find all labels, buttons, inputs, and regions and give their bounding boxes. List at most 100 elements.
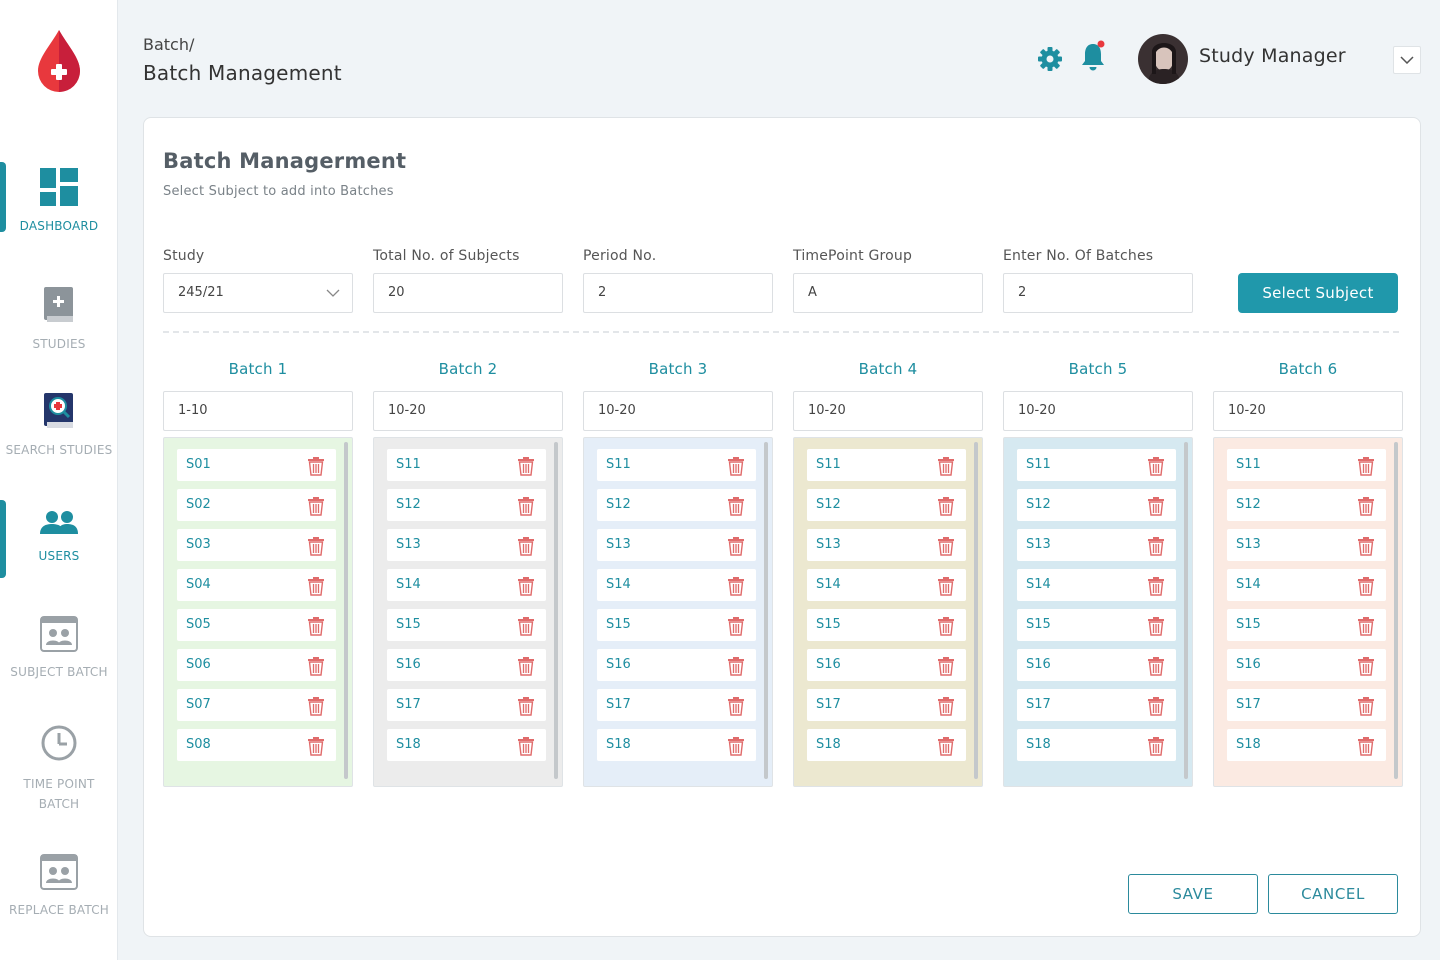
subject-item[interactable]: S14 [807,569,966,601]
trash-icon[interactable] [726,456,746,480]
trash-icon[interactable] [516,456,536,480]
trash-icon[interactable] [726,496,746,520]
trash-icon[interactable] [936,616,956,640]
scrollbar-thumb[interactable] [554,442,558,779]
trash-icon[interactable] [1146,496,1166,520]
subject-item[interactable]: S13 [1227,529,1386,561]
subject-item[interactable]: S07 [177,689,336,721]
batch-range-input[interactable]: 10-20 [583,391,773,431]
subject-item[interactable]: S14 [597,569,756,601]
trash-icon[interactable] [726,536,746,560]
subject-item[interactable]: S16 [597,649,756,681]
select-subject-button[interactable]: Select Subject [1238,273,1398,313]
subject-item[interactable]: S14 [1017,569,1176,601]
subject-item[interactable]: S17 [387,689,546,721]
trash-icon[interactable] [1146,656,1166,680]
batch-range-input[interactable]: 10-20 [1213,391,1403,431]
subject-item[interactable]: S15 [1017,609,1176,641]
subject-item[interactable]: S03 [177,529,336,561]
trash-icon[interactable] [936,456,956,480]
subject-item[interactable]: S18 [1227,729,1386,761]
trash-icon[interactable] [1146,696,1166,720]
trash-icon[interactable] [306,736,326,760]
subject-item[interactable]: S16 [1227,649,1386,681]
trash-icon[interactable] [726,656,746,680]
trash-icon[interactable] [1356,696,1376,720]
batch-range-input[interactable]: 1-10 [163,391,353,431]
trash-icon[interactable] [1356,496,1376,520]
trash-icon[interactable] [1146,576,1166,600]
subject-item[interactable]: S11 [1017,449,1176,481]
subject-item[interactable]: S15 [1227,609,1386,641]
trash-icon[interactable] [306,456,326,480]
subject-item[interactable]: S04 [177,569,336,601]
sidebar-item-search-studies[interactable]: SEARCH STUDIES [0,392,118,460]
subject-item[interactable]: S14 [1227,569,1386,601]
subject-item[interactable]: S16 [1017,649,1176,681]
trash-icon[interactable] [306,496,326,520]
cancel-button[interactable]: CANCEL [1268,874,1398,914]
trash-icon[interactable] [936,736,956,760]
trash-icon[interactable] [1356,656,1376,680]
subject-item[interactable]: S12 [1227,489,1386,521]
scrollbar[interactable] [1394,442,1398,779]
trash-icon[interactable] [1356,576,1376,600]
trash-icon[interactable] [726,736,746,760]
trash-icon[interactable] [936,576,956,600]
scrollbar[interactable] [974,442,978,779]
study-select[interactable]: 245/21 [163,273,353,313]
trash-icon[interactable] [306,536,326,560]
trash-icon[interactable] [306,656,326,680]
breadcrumb[interactable]: Batch/ [143,35,194,54]
subject-item[interactable]: S18 [1017,729,1176,761]
subject-item[interactable]: S11 [807,449,966,481]
trash-icon[interactable] [936,496,956,520]
scrollbar[interactable] [1184,442,1188,779]
subject-item[interactable]: S13 [1017,529,1176,561]
trash-icon[interactable] [1356,736,1376,760]
subject-item[interactable]: S16 [807,649,966,681]
scrollbar-thumb[interactable] [344,442,348,779]
subject-item[interactable]: S16 [387,649,546,681]
subject-item[interactable]: S12 [387,489,546,521]
subject-item[interactable]: S15 [597,609,756,641]
batches-count-input[interactable]: 2 [1003,273,1193,313]
scrollbar-thumb[interactable] [764,442,768,779]
trash-icon[interactable] [1146,616,1166,640]
sidebar-item-replace-batch[interactable]: REPLACE BATCH [0,854,118,920]
trash-icon[interactable] [936,536,956,560]
subject-item[interactable]: S13 [387,529,546,561]
scrollbar[interactable] [554,442,558,779]
subject-item[interactable]: S15 [387,609,546,641]
trash-icon[interactable] [306,696,326,720]
sidebar-item-time-point-batch[interactable]: TIME POINT BATCH [0,724,118,814]
scrollbar-thumb[interactable] [1394,442,1398,779]
trash-icon[interactable] [936,696,956,720]
subject-item[interactable]: S15 [807,609,966,641]
batch-range-input[interactable]: 10-20 [1003,391,1193,431]
scrollbar-thumb[interactable] [974,442,978,779]
subject-item[interactable]: S13 [597,529,756,561]
total-subjects-input[interactable]: 20 [373,273,563,313]
trash-icon[interactable] [516,576,536,600]
subject-item[interactable]: S08 [177,729,336,761]
subject-item[interactable]: S11 [1227,449,1386,481]
gear-icon[interactable] [1037,46,1063,72]
trash-icon[interactable] [1146,536,1166,560]
subject-item[interactable]: S01 [177,449,336,481]
trash-icon[interactable] [726,696,746,720]
scrollbar[interactable] [344,442,348,779]
trash-icon[interactable] [1146,736,1166,760]
subject-item[interactable]: S13 [807,529,966,561]
subject-item[interactable]: S12 [807,489,966,521]
trash-icon[interactable] [516,696,536,720]
scrollbar-thumb[interactable] [1184,442,1188,779]
subject-item[interactable]: S17 [807,689,966,721]
trash-icon[interactable] [936,656,956,680]
subject-item[interactable]: S11 [597,449,756,481]
subject-item[interactable]: S06 [177,649,336,681]
trash-icon[interactable] [726,576,746,600]
batch-range-input[interactable]: 10-20 [793,391,983,431]
trash-icon[interactable] [516,656,536,680]
subject-item[interactable]: S17 [597,689,756,721]
